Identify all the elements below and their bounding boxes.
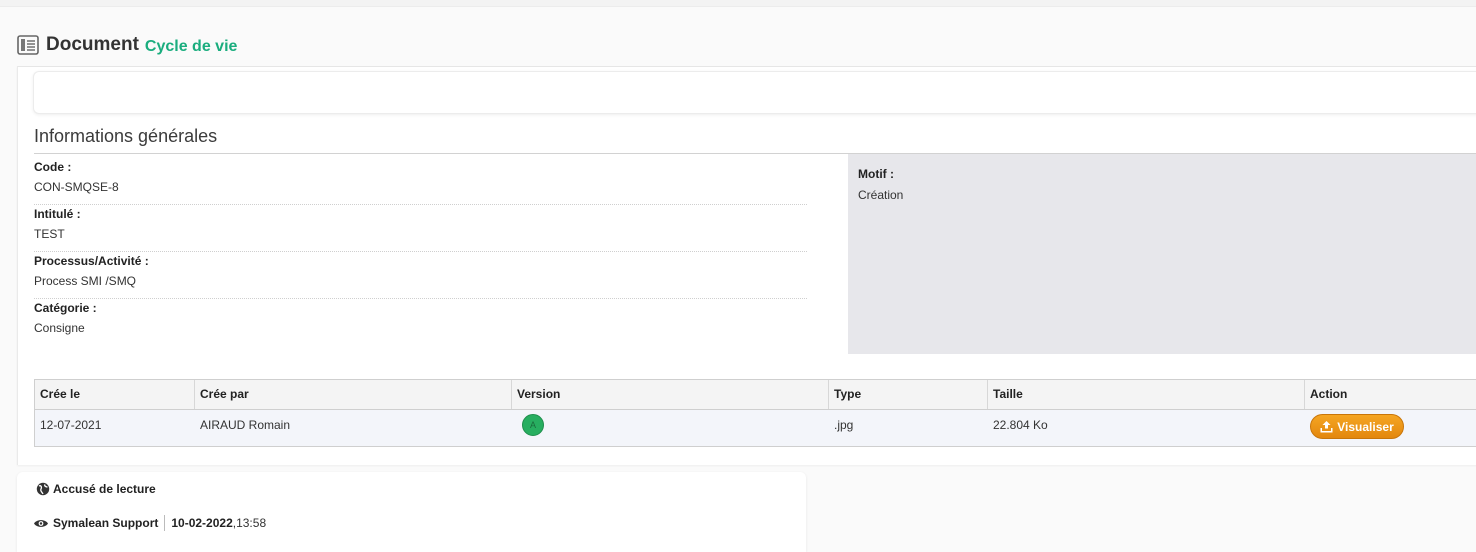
column-header-created-on[interactable]: Crée le: [35, 380, 195, 409]
column-header-version[interactable]: Version: [512, 380, 829, 409]
visualiser-label: Visualiser: [1337, 419, 1394, 434]
upload-icon: [1320, 420, 1333, 432]
page-subtitle: Cycle de vie: [144, 37, 238, 55]
field-label: Intitulé :: [34, 207, 81, 221]
table-row: 12-07-2021 AIRAUD Romain A .jpg 22.804 K…: [35, 410, 1476, 446]
cell-created-by: AIRAUD Romain: [200, 418, 291, 432]
motif-value: Création: [858, 188, 904, 202]
globe-icon: [36, 482, 50, 496]
column-header-type[interactable]: Type: [829, 380, 988, 409]
separator: [164, 515, 166, 531]
read-date: 10-02-2022: [171, 516, 233, 530]
field-value: Consigne: [34, 321, 85, 335]
general-info: Code : CON-SMQSE-8 Intitulé : TEST Proce…: [34, 158, 807, 345]
field-value: Process SMI /SMQ: [34, 274, 137, 288]
column-header-size[interactable]: Taille: [988, 380, 1305, 409]
read-receipt-title-text: Accusé de lecture: [53, 482, 156, 496]
field-categorie: Catégorie : Consigne: [34, 299, 807, 345]
toolbar-box: [33, 71, 1476, 114]
document-panel: Informations générales Code : CON-SMQSE-…: [17, 66, 1476, 465]
field-label: Catégorie :: [34, 301, 97, 315]
field-value: CON-SMQSE-8: [34, 180, 119, 194]
page-title: Document: [46, 34, 139, 55]
field-value: TEST: [34, 227, 65, 241]
field-code: Code : CON-SMQSE-8: [34, 158, 807, 205]
eye-icon: [34, 519, 48, 527]
read-receipt-title: Accusé de lecture: [36, 482, 156, 496]
version-badge: A: [522, 414, 544, 436]
visualiser-button[interactable]: Visualiser: [1310, 414, 1404, 439]
motif-label: Motif :: [858, 167, 894, 181]
cell-version: A: [512, 410, 829, 446]
cell-action: Visualiser: [1305, 410, 1476, 446]
cell-size: 22.804 Ko: [993, 418, 1048, 432]
top-bar: [0, 0, 1476, 7]
field-processus: Processus/Activité : Process SMI /SMQ: [34, 252, 807, 299]
read-receipt-panel: Accusé de lecture Symalean Support 10-02…: [17, 472, 806, 552]
section-title: Informations générales: [34, 126, 218, 146]
table-header: Crée le Crée par Version Type Taille Act…: [35, 380, 1476, 410]
field-label: Processus/Activité :: [34, 254, 149, 268]
column-header-created-by[interactable]: Crée par: [195, 380, 512, 409]
read-time: ,13:58: [232, 516, 267, 530]
field-label: Code :: [34, 160, 72, 174]
read-entry: Symalean Support 10-02-2022,13:58: [33, 515, 266, 531]
page-header: Document Cycle de vie: [17, 32, 237, 58]
column-header-action: Action: [1310, 387, 1348, 401]
motif-box: Motif : Création: [848, 154, 1476, 354]
reader-name: Symalean Support: [53, 516, 159, 530]
cell-type: .jpg: [834, 418, 854, 432]
document-list-icon: [17, 35, 39, 55]
cell-created-on: 12-07-2021: [40, 418, 102, 432]
versions-table: Crée le Crée par Version Type Taille Act…: [34, 379, 1476, 447]
field-intitule: Intitulé : TEST: [34, 205, 807, 252]
